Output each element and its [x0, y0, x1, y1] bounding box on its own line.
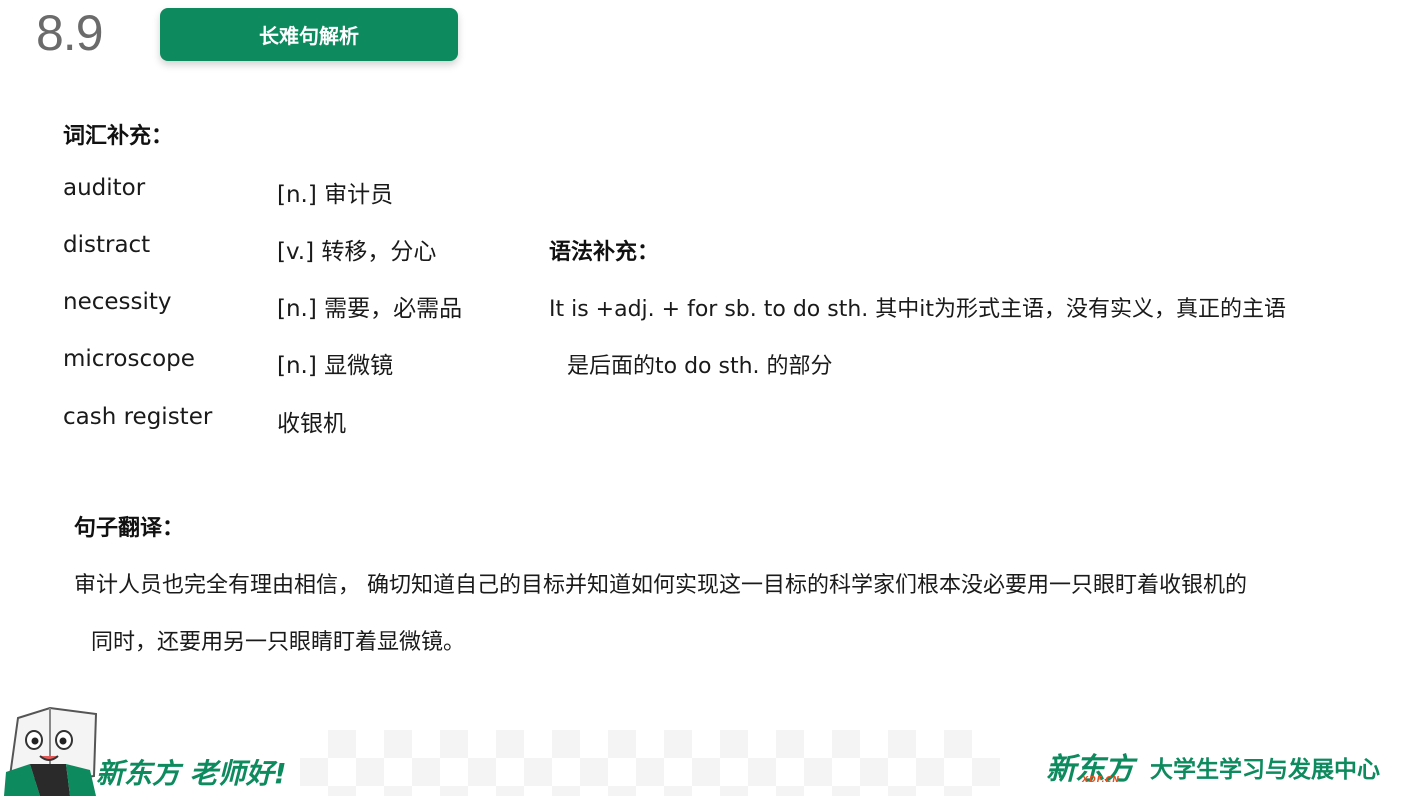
grammar-text-line-1: It is +adj. + for sb. to do sth. 其中it为形式… [549, 297, 1286, 322]
vocab-word: microscope [63, 346, 195, 372]
translation-text-line-1: 审计人员也完全有理由相信， 确切知道自己的目标并知道如何实现这一目标的科学家们根… [74, 573, 1247, 598]
vocab-word: distract [63, 232, 151, 258]
vocab-word: necessity [63, 289, 172, 315]
section-title-button[interactable]: 长难句解析 [160, 8, 458, 61]
vocab-definition: [v.] 转移，分心 [277, 239, 437, 265]
xdf-logo-subtext: XDF.CN [1082, 775, 1121, 784]
footer-center-name: 大学生学习与发展中心 [1150, 757, 1380, 783]
translation-text-line-2: 同时，还要用另一只眼睛盯着显微镜。 [91, 630, 466, 655]
grammar-text-line-2: 是后面的to do sth. 的部分 [567, 354, 833, 379]
vocab-definition: [n.] 审计员 [277, 182, 394, 208]
footer-pattern [300, 730, 1000, 796]
footer-slogan: 新东方 老师好! [96, 757, 287, 790]
translation-heading: 句子翻译： [74, 516, 185, 541]
vocab-word: cash register [63, 404, 213, 430]
vocab-definition: 收银机 [277, 411, 346, 437]
vocab-word: auditor [63, 175, 146, 201]
slide-number: 8.9 [36, 5, 104, 61]
grammar-heading: 语法补充： [549, 240, 660, 265]
vocab-definition: [n.] 需要，必需品 [277, 296, 463, 322]
vocab-heading: 词汇补充： [63, 124, 174, 149]
mascot-book-icon [4, 706, 98, 796]
vocab-definition: [n.] 显微镜 [277, 353, 394, 379]
